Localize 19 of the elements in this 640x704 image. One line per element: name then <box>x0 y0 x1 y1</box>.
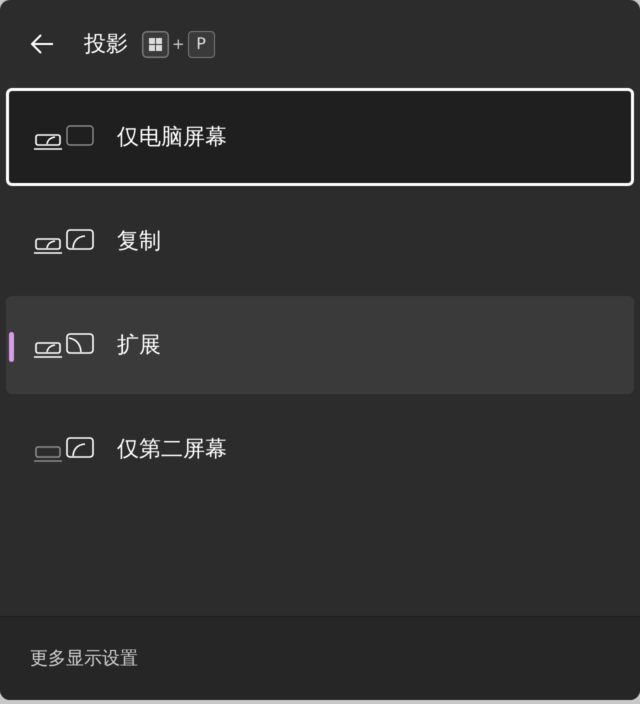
display-mode-option[interactable]: 仅电脑屏幕 <box>6 88 634 186</box>
display-mode-option[interactable]: 仅第二屏幕 <box>6 400 634 498</box>
display-mode-icon <box>33 228 95 254</box>
display-mode-option[interactable]: 复制 <box>6 192 634 290</box>
option-label: 复制 <box>117 228 161 256</box>
back-arrow-icon[interactable] <box>30 34 54 54</box>
display-mode-option[interactable]: 扩展 <box>6 296 634 394</box>
display-mode-icon <box>33 332 95 358</box>
p-key: P <box>188 30 215 58</box>
display-mode-icon <box>33 436 95 462</box>
panel-title: 投影 <box>84 30 128 58</box>
option-label: 仅电脑屏幕 <box>117 124 227 152</box>
option-label: 仅第二屏幕 <box>117 436 227 464</box>
plus-sign: + <box>172 34 185 55</box>
option-label: 扩展 <box>117 332 161 360</box>
selection-indicator <box>9 332 14 362</box>
windows-key-icon <box>142 30 169 58</box>
display-mode-icon <box>33 124 95 150</box>
more-display-settings-link[interactable]: 更多显示设置 <box>30 645 138 672</box>
